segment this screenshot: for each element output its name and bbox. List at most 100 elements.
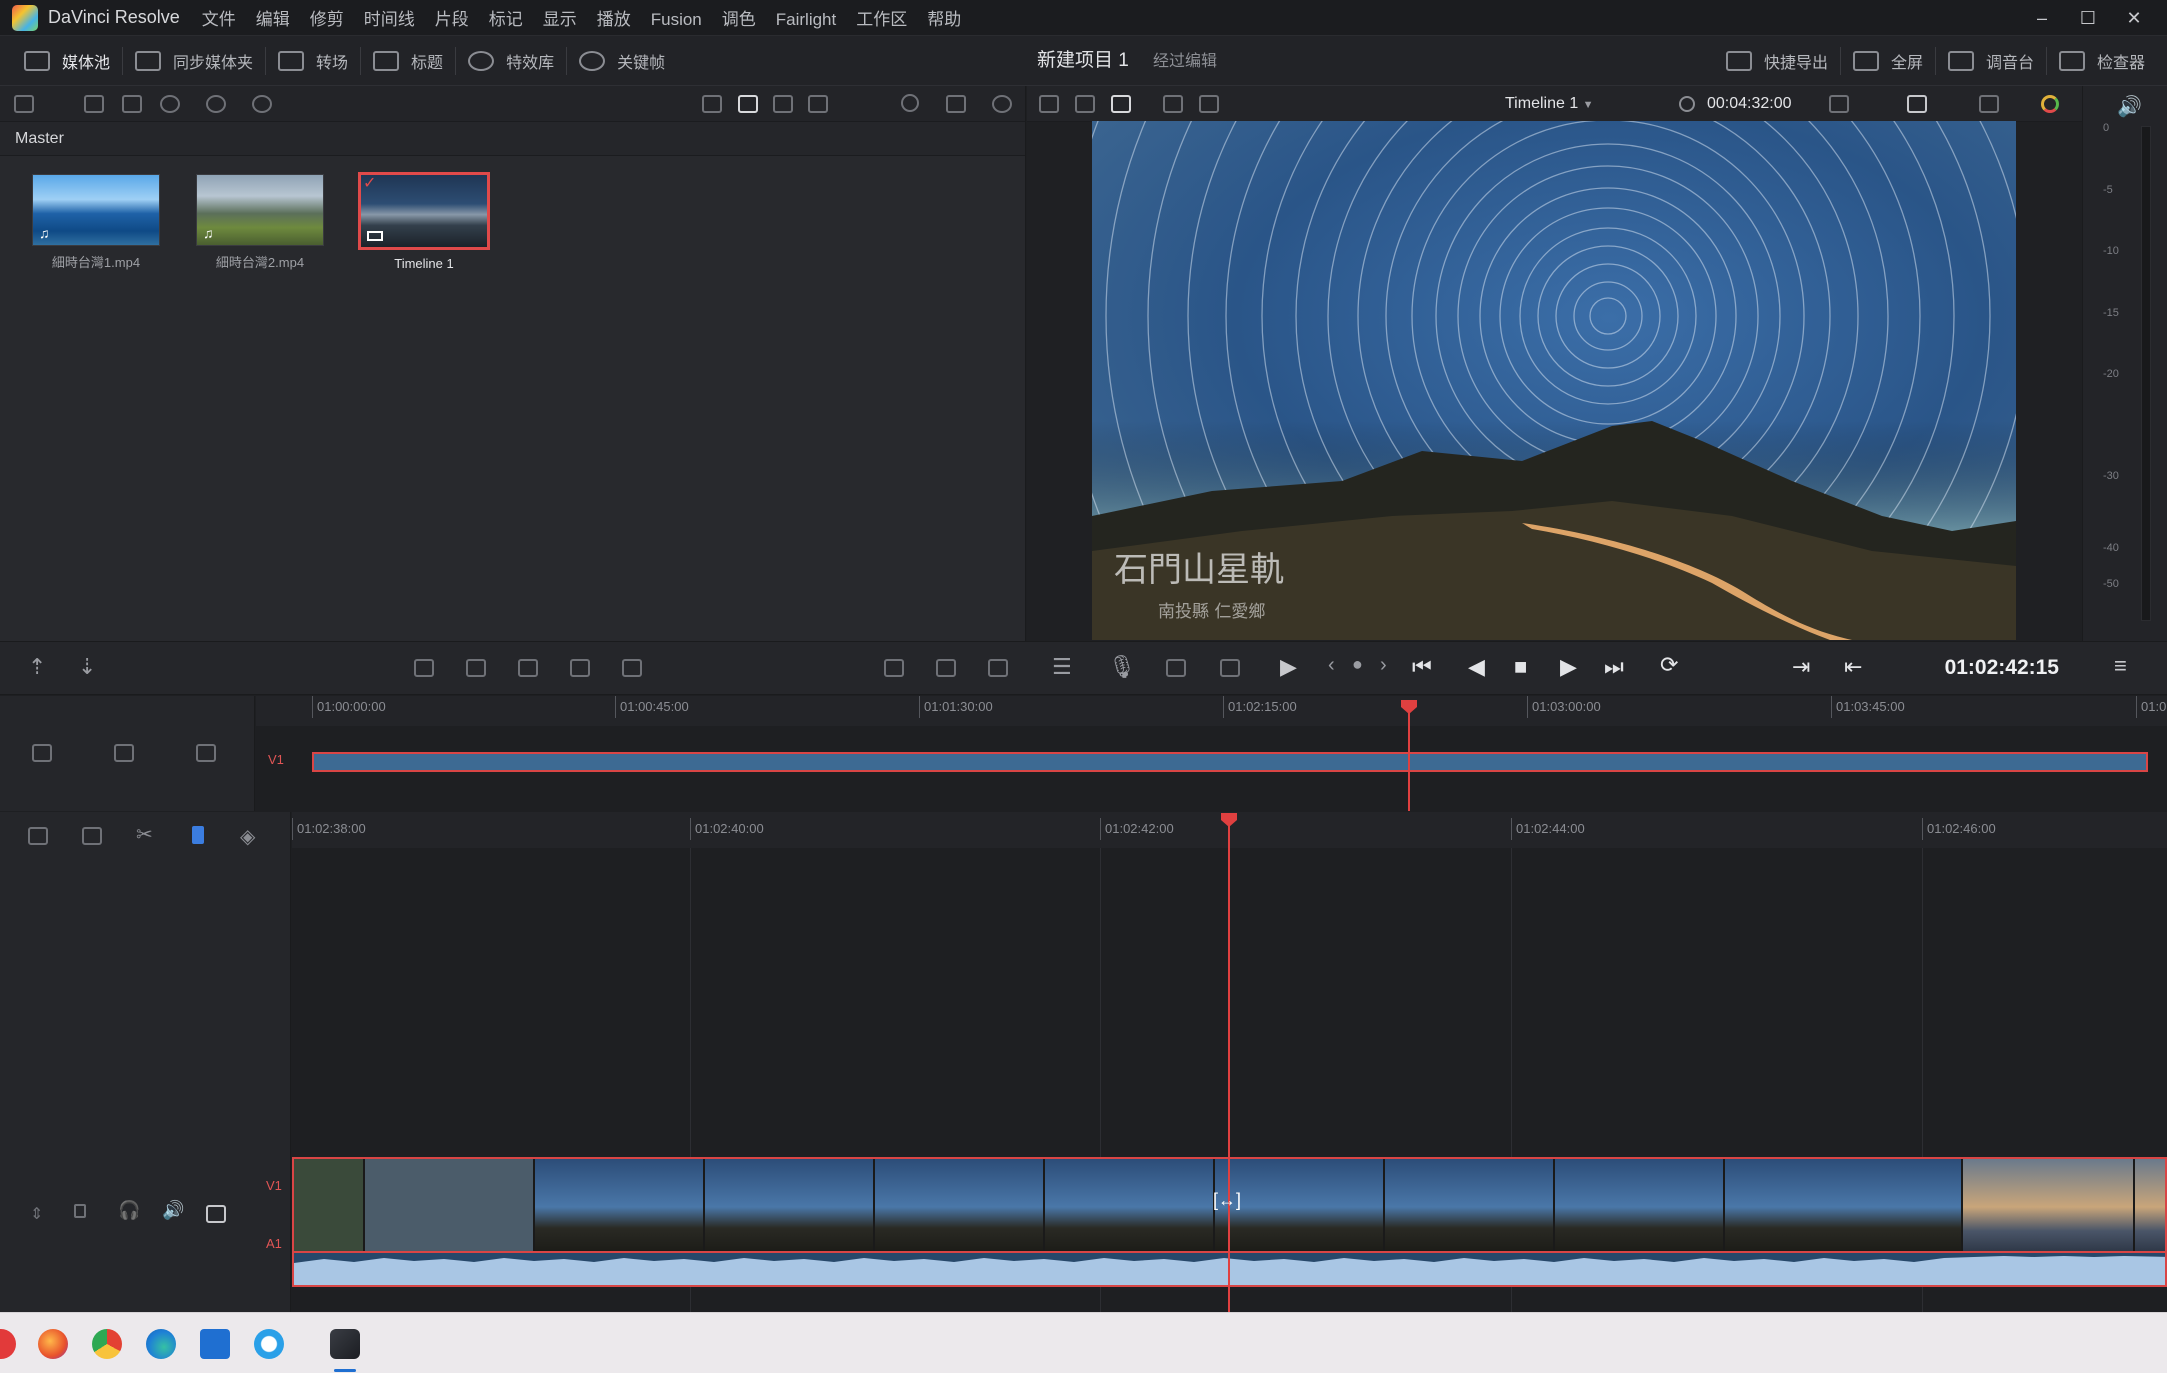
menu-playback[interactable]: 播放 <box>597 10 631 29</box>
overview-clip[interactable] <box>312 752 2148 772</box>
mark-in-icon[interactable]: ⇥ <box>1792 654 1810 680</box>
lock-icon[interactable] <box>74 1204 86 1218</box>
overwrite-clip-icon[interactable] <box>466 659 486 677</box>
poi-search-icon[interactable] <box>1220 659 1240 677</box>
menu-help[interactable]: 帮助 <box>927 10 961 29</box>
replace-clip-icon[interactable] <box>518 659 538 677</box>
append-icon[interactable] <box>622 659 642 677</box>
menu-timeline[interactable]: 时间线 <box>364 10 415 29</box>
quick-export-button[interactable]: 快捷导出 <box>1714 36 1840 86</box>
filmstrip-view-icon[interactable] <box>773 95 793 113</box>
overview-ruler[interactable]: 01:00:00:00 01:00:45:00 01:01:30:00 01:0… <box>256 696 2167 726</box>
layout-split-icon[interactable] <box>1199 95 1219 113</box>
bin-header[interactable]: Master <box>0 122 1025 156</box>
timeline-selector[interactable]: Timeline 1 ▼ <box>1505 86 1594 122</box>
close-icon[interactable]: ✕ <box>2111 8 2157 29</box>
close-up-icon[interactable] <box>936 659 956 677</box>
media-pool-button[interactable]: 媒体池 <box>0 36 122 86</box>
subtitle-track-icon[interactable] <box>196 744 216 762</box>
ripple-overwrite-icon[interactable] <box>884 659 904 677</box>
menu-view[interactable]: 显示 <box>543 10 577 29</box>
timeline-clip[interactable]: ✓ Timeline 1 <box>358 172 490 271</box>
reverse-icon[interactable]: ◀ <box>1468 654 1485 680</box>
flag-icon[interactable] <box>192 826 204 844</box>
overview-playhead[interactable] <box>1408 710 1410 811</box>
clip-thumbnail-ocean[interactable]: ♫ <box>32 174 160 246</box>
prev-edit-icon[interactable]: ‹ <box>1328 654 1335 677</box>
next-edit-icon[interactable]: › <box>1380 654 1387 677</box>
clip-thumbnail-timeline[interactable]: ✓ <box>358 172 490 250</box>
dual-viewer-icon[interactable] <box>1075 95 1095 113</box>
trim-mode-icon[interactable] <box>82 827 102 845</box>
snapping-icon[interactable]: ◈ <box>240 824 255 849</box>
sync-bin-button[interactable]: 同步媒体夹 <box>123 36 265 86</box>
track-height-icon[interactable]: ⇕ <box>30 1204 43 1224</box>
insert-clip-icon[interactable] <box>414 659 434 677</box>
firefox-icon[interactable] <box>38 1329 68 1359</box>
maximize-icon[interactable]: ☐ <box>2065 8 2111 29</box>
output-quality-icon[interactable] <box>1907 95 1927 113</box>
speaker-icon[interactable]: 🔊 <box>162 1200 184 1221</box>
layout-grid-icon[interactable] <box>1163 95 1183 113</box>
import-icon[interactable] <box>122 95 142 113</box>
go-to-end-icon[interactable]: ⏭ <box>1604 654 1624 680</box>
play-icon[interactable]: ▶ <box>1560 654 1577 680</box>
minimize-icon[interactable]: – <box>2019 8 2065 29</box>
chat-app-icon[interactable] <box>254 1329 284 1359</box>
loop-icon[interactable]: ⟳ <box>1660 652 1678 678</box>
headphones-icon[interactable]: 🎧 <box>118 1200 140 1221</box>
clip-thumbnail-coast[interactable]: ♫ <box>196 174 324 246</box>
media-clip[interactable]: ♫ 細時台灣1.mp4 <box>30 174 162 271</box>
source-viewer-icon[interactable] <box>1039 95 1059 113</box>
options-menu-icon[interactable]: ≡ <box>2114 653 2127 679</box>
track-down-icon[interactable]: ⇣ <box>78 654 96 680</box>
overview-timeline[interactable]: 01:00:00:00 01:00:45:00 01:01:30:00 01:0… <box>256 696 2167 811</box>
fullscreen-button[interactable]: 全屏 <box>1841 36 1935 86</box>
titles-button[interactable]: 标题 <box>361 36 455 86</box>
menu-fusion[interactable]: Fusion <box>651 10 702 29</box>
razor-icon[interactable]: ✂ <box>136 822 153 847</box>
transitions-button[interactable]: 转场 <box>266 36 360 86</box>
app-icon-red[interactable] <box>0 1329 16 1359</box>
audio-levels-icon[interactable]: ☰ <box>1052 654 1072 680</box>
sidebar-toggle-icon[interactable] <box>14 95 34 113</box>
menu-mark[interactable]: 标记 <box>489 10 523 29</box>
unlink-icon[interactable] <box>252 95 272 113</box>
effects-button[interactable]: 特效库 <box>456 36 566 86</box>
auto-track-icon[interactable] <box>206 1205 226 1223</box>
viewer-image[interactable]: 石門山星軌 南投縣 仁愛鄉 <box>1092 121 2016 640</box>
list-view-icon[interactable] <box>808 95 828 113</box>
menu-clip[interactable]: 片段 <box>435 10 469 29</box>
menu-trim[interactable]: 修剪 <box>310 10 344 29</box>
menu-workspace[interactable]: 工作区 <box>856 10 907 29</box>
go-to-start-icon[interactable]: ⏮ <box>1412 654 1432 680</box>
place-on-top-icon[interactable] <box>570 659 590 677</box>
track-up-icon[interactable]: ⇡ <box>28 654 46 680</box>
selection-mode-icon[interactable] <box>28 827 48 845</box>
new-bin-icon[interactable] <box>84 95 104 113</box>
media-clip[interactable]: ♫ 細時台灣2.mp4 <box>194 174 326 271</box>
single-viewer-icon[interactable] <box>1111 95 1131 113</box>
remote-desktop-icon[interactable] <box>200 1329 230 1359</box>
mark-out-icon[interactable]: ⇤ <box>1844 654 1862 680</box>
thumbnail-view-icon[interactable] <box>702 95 722 113</box>
relink-icon[interactable] <box>206 95 226 113</box>
refresh-icon[interactable] <box>992 95 1012 113</box>
chrome-icon[interactable] <box>92 1329 122 1359</box>
zoom-fit-icon[interactable] <box>1829 95 1849 113</box>
menu-file[interactable]: 文件 <box>202 10 236 29</box>
sort-icon[interactable] <box>946 95 966 113</box>
color-scope-icon[interactable] <box>2041 95 2059 113</box>
mixer-button[interactable]: 调音台 <box>1936 36 2046 86</box>
voiceover-icon[interactable]: 🎙 <box>1108 654 1136 680</box>
menu-edit[interactable]: 编辑 <box>256 10 290 29</box>
marker-dot-icon[interactable]: ● <box>1352 654 1363 675</box>
zoom-track-icon[interactable] <box>114 744 134 762</box>
cloud-icon[interactable] <box>160 95 180 113</box>
timeline[interactable]: 01:02:38:00 01:02:40:00 01:02:42:00 01:0… <box>292 812 2167 1312</box>
poi-icon[interactable] <box>1166 659 1186 677</box>
davinci-taskbar-icon[interactable] <box>330 1329 360 1359</box>
grid-view-icon[interactable] <box>738 95 758 113</box>
stop-icon[interactable]: ■ <box>1514 654 1527 680</box>
trim-handle-icon[interactable]: [↔] <box>1213 1190 1241 1211</box>
